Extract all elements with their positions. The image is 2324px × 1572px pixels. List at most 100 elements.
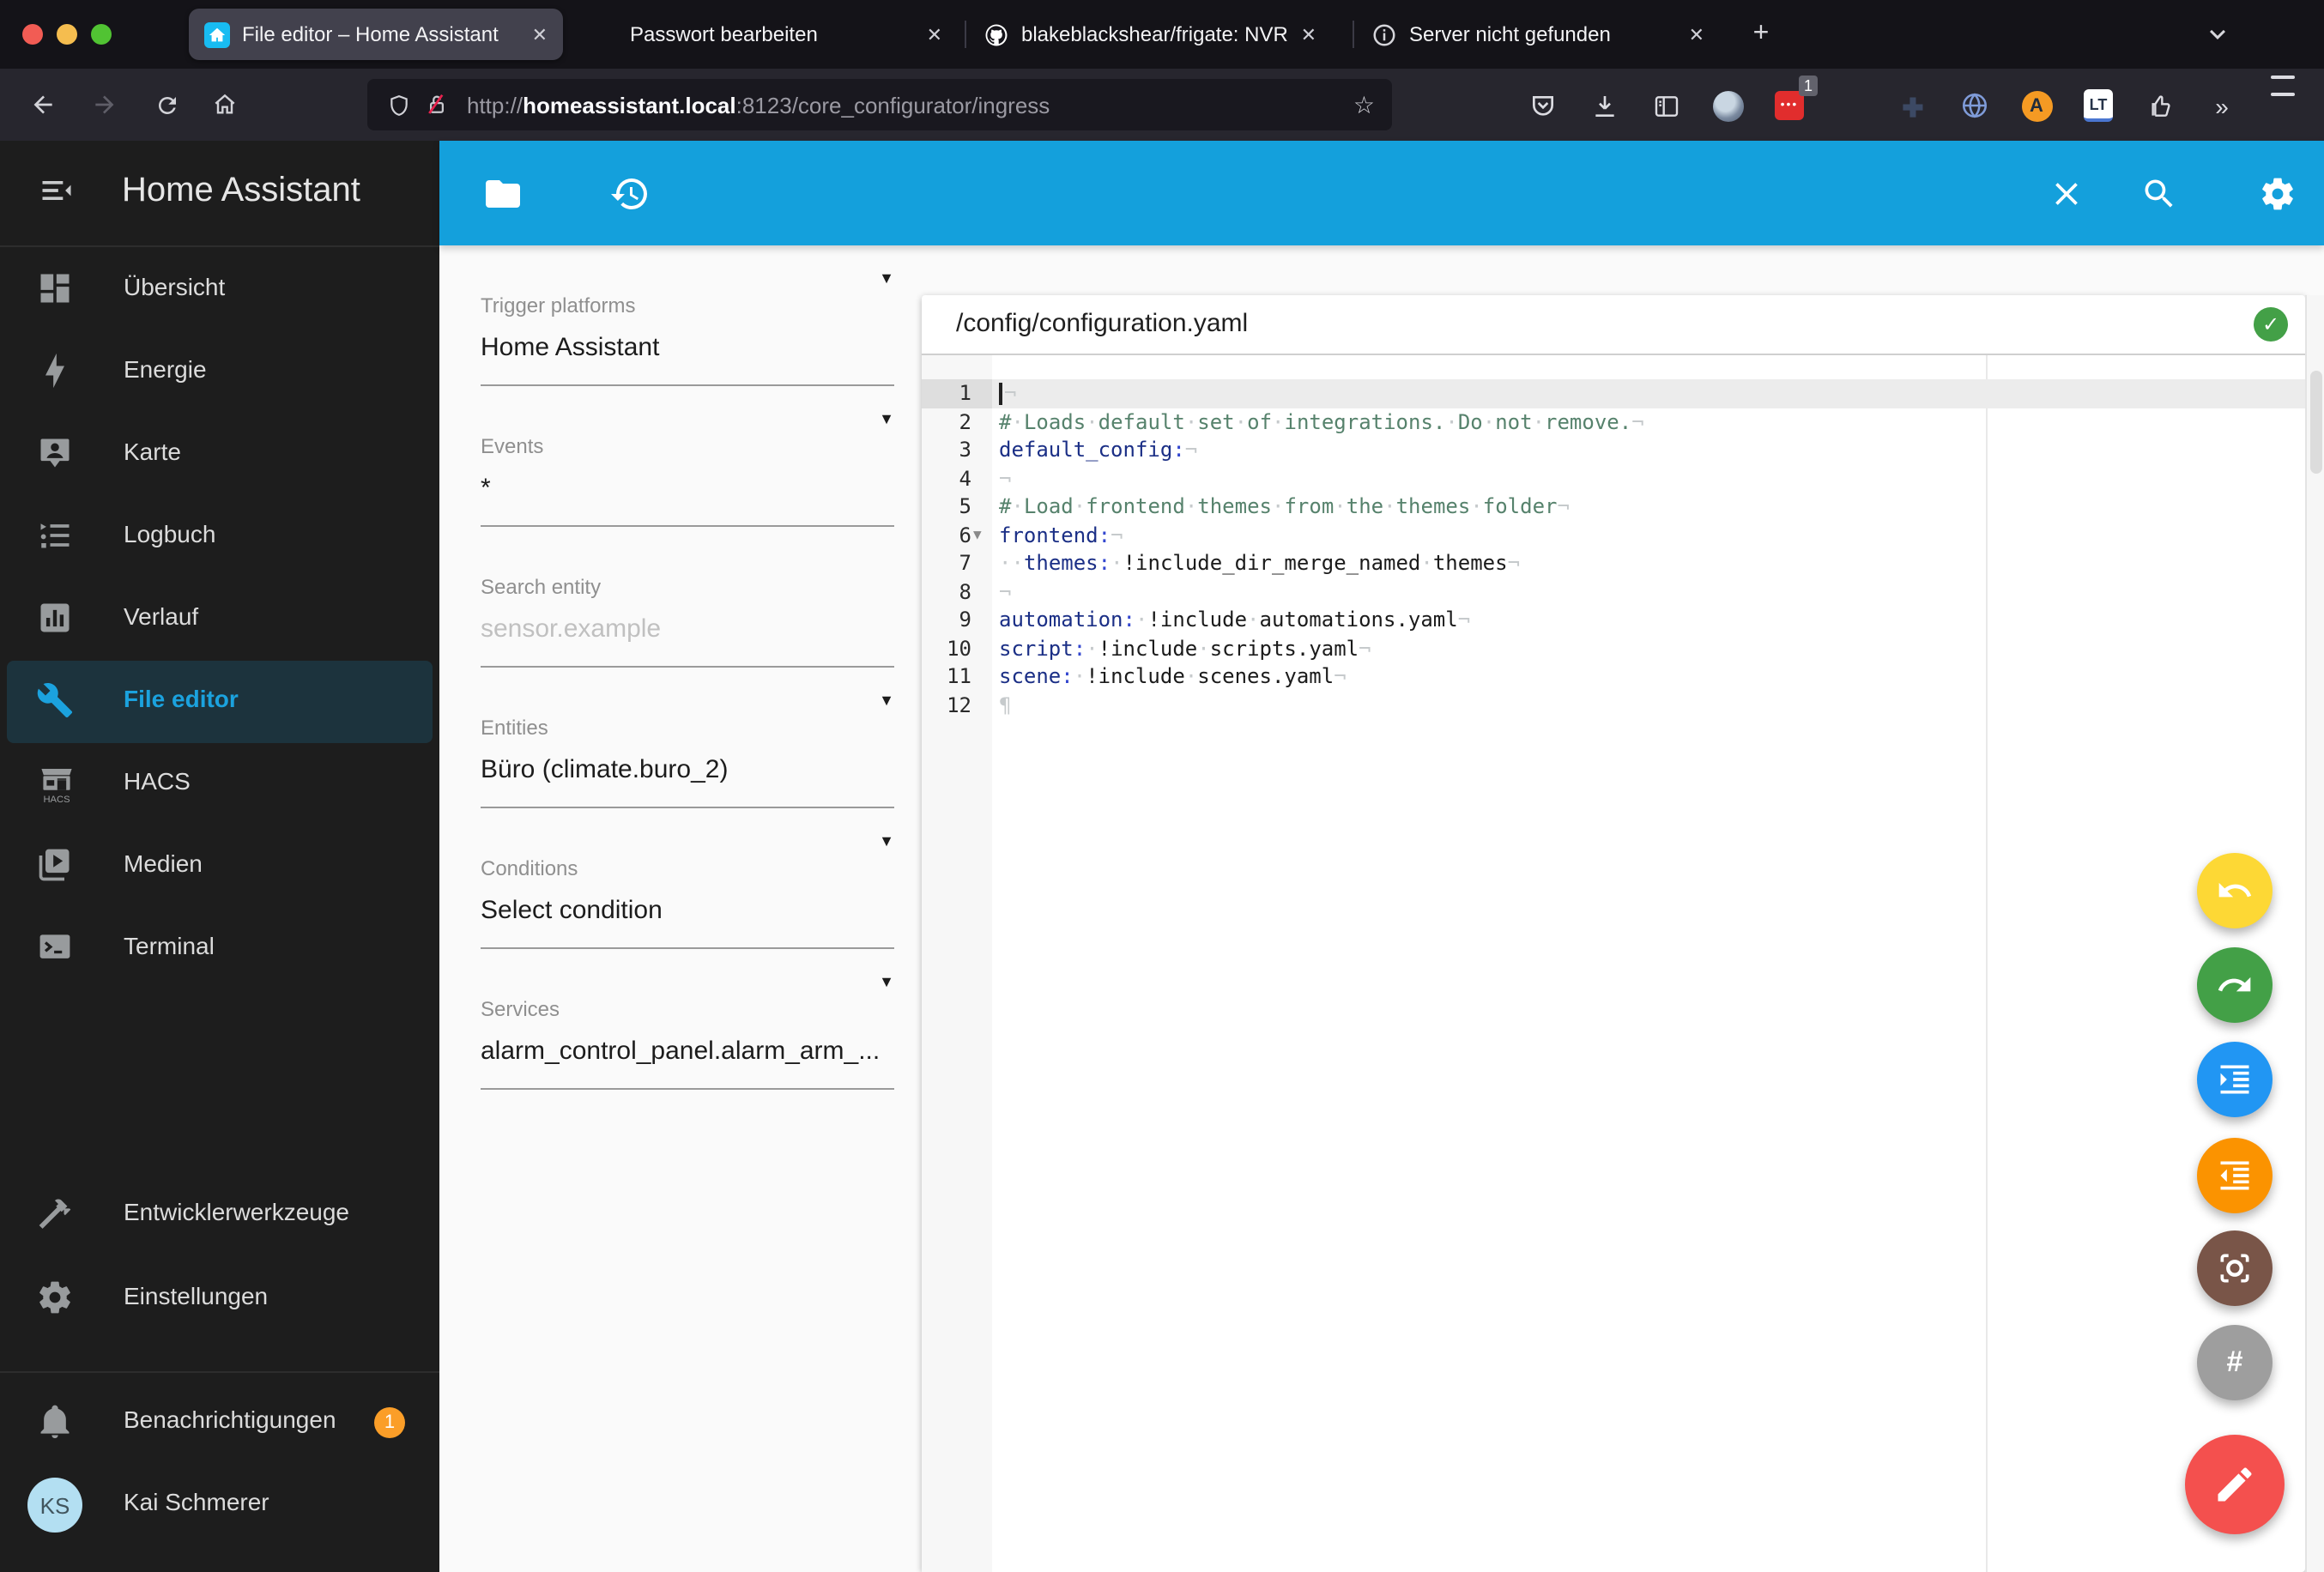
dropdown-caret-icon[interactable]: ▼ [879,832,894,849]
cog-icon [36,1279,74,1316]
code-editor[interactable]: 1 ¬ 2 #·Loads·default·set·of·integrations.·… [922,355,2305,1572]
sidebars-icon[interactable] [1644,84,1687,127]
password-manager-icon[interactable]: ••• 1 [1768,76,1818,127]
redo-button[interactable] [2197,947,2273,1023]
sidebar-item-energie[interactable]: Energie [0,331,439,414]
like-addon-icon[interactable] [2139,84,2182,127]
code-line-1[interactable]: 1 ¬ [922,379,2305,408]
line-number: 12 [947,692,971,716]
sidebar-item-logbuch[interactable]: Logbuch [0,496,439,578]
sidebar-item--bersicht[interactable]: Übersicht [0,249,439,331]
sidebar-item-user-profile[interactable]: KS Kai Schmerer [0,1464,439,1546]
code-line-6[interactable]: 6 ▼ frontend:¬ [922,521,2305,549]
field-trigger-platforms: Trigger platforms Home Assistant ▼ [481,245,894,386]
back-button[interactable] [21,82,65,127]
close-file-icon[interactable] [2044,172,2089,216]
tab-close-icon[interactable]: ✕ [927,23,942,45]
code-line-5[interactable]: 5 #·Load·frontend·themes·from·the·themes·… [922,493,2305,521]
navigation-toolbar: http://homeassistant.local:8123/core_con… [0,69,2324,141]
outdent-button[interactable] [2197,1138,2273,1213]
dropdown-caret-icon[interactable]: ▼ [879,692,894,709]
pocket-icon[interactable] [1521,84,1564,127]
field-input[interactable]: sensor.example [481,614,894,649]
sidebar-item-hacs[interactable]: HACS HACS [0,743,439,825]
reload-button[interactable] [144,82,189,127]
list-all-tabs-button[interactable] [2197,14,2238,55]
field-select[interactable]: Büro (climate.buro_2) [481,755,894,789]
goto-line-button[interactable]: # [2197,1325,2273,1400]
sidebar-item-terminal[interactable]: Terminal [0,908,439,990]
sidebar-item-label: Terminal [124,932,215,959]
line-number: 4 [959,466,971,490]
minimize-window-button[interactable] [57,24,77,45]
code-line-4[interactable]: 4 ¬ [922,464,2305,493]
overflow-menu-icon[interactable]: » [2200,84,2243,127]
tab-bar: File editor – Home Assistant ✕ Passwort be… [0,0,2324,69]
sidebar-item-karte[interactable]: Karte [0,414,439,496]
code-line-9[interactable]: 9 automation:·!include·automations.yaml¬ [922,606,2305,634]
search-icon[interactable] [2137,172,2182,216]
window-controls [22,24,112,45]
tab-close-icon[interactable]: ✕ [532,23,548,45]
field-select[interactable]: Home Assistant [481,333,894,367]
browser-tab[interactable]: Passwort bearbeiten ✕ [577,9,958,60]
download-icon[interactable] [1583,84,1625,127]
globe-sync-icon[interactable] [1953,84,1996,127]
code-line-8[interactable]: 8 ¬ [922,577,2305,606]
undo-button[interactable] [2197,853,2273,928]
ha-sidebar-header: Home Assistant [0,141,439,247]
sidebar-item-label: Verlauf [124,602,199,630]
indent-button[interactable] [2197,1042,2273,1117]
zoom-window-button[interactable] [91,24,112,45]
translate-icon[interactable]: A [2015,84,2058,127]
file-path-bar: /config/configuration.yaml ✓ [922,295,2305,355]
tab-close-icon[interactable]: ✕ [1689,23,1704,45]
sidebar-toggle-icon[interactable] [38,172,76,209]
bookmark-star-icon[interactable]: ☆ [1353,90,1375,119]
select-all-button[interactable] [2197,1230,2273,1306]
field-select[interactable]: * [481,474,894,508]
url-bar[interactable]: http://homeassistant.local:8123/core_con… [367,79,1392,130]
sidebar-item-verlauf[interactable]: Verlauf [0,578,439,661]
privacy-fence-icon[interactable] [1830,84,1873,127]
code-line-10[interactable]: 10 script:·!include·scripts.yaml¬ [922,634,2305,662]
code-line-7[interactable]: 7 ··themes:·!include_dir_merge_named·them… [922,549,2305,577]
home-button[interactable] [203,82,247,127]
sidebar-item-einstellungen[interactable]: Einstellungen [0,1258,439,1340]
field-select[interactable]: Select condition [481,896,894,930]
tab-close-icon[interactable]: ✕ [1301,23,1316,45]
forward-button[interactable] [82,82,127,127]
code-line-3[interactable]: 3 default_config:¬ [922,436,2305,464]
code-fold-icon[interactable]: ▼ [973,521,982,549]
profile-avatar[interactable] [1706,84,1749,127]
browse-files-icon[interactable] [481,172,525,216]
browser-tab[interactable]: Server nicht gefunden ✕ [1356,9,1720,60]
dropdown-caret-icon[interactable]: ▼ [879,973,894,990]
app-menu-icon[interactable] [2262,84,2305,127]
code-line-11[interactable]: 11 scene:·!include·scenes.yaml¬ [922,662,2305,691]
history-icon[interactable] [608,172,652,216]
code-line-12[interactable]: 12 ¶ [922,691,2305,719]
sidebar-item-entwicklerwerkzeuge[interactable]: Entwicklerwerkzeuge [0,1174,439,1256]
new-tab-button[interactable]: + [1740,14,1782,55]
settings-gear-icon[interactable] [2255,172,2300,216]
browser-tab[interactable]: File editor – Home Assistant ✕ [189,9,563,60]
languagetool-icon[interactable]: LT [2077,84,2120,127]
sidebar-item-file-editor[interactable]: File editor [7,661,433,743]
edit-button[interactable] [2185,1435,2285,1534]
tracking-protection-shield-icon[interactable] [388,92,410,118]
field-underline [481,1088,894,1090]
dropdown-caret-icon[interactable]: ▼ [879,410,894,427]
editor-vertical-scrollbar[interactable] [2305,295,2324,1572]
sidebar-item-notifications[interactable]: Benachrichtigungen 1 [0,1382,439,1464]
bell-icon [36,1402,74,1440]
close-window-button[interactable] [22,24,43,45]
browser-tab[interactable]: blakeblackshear/frigate: NVR wi ✕ [968,9,1332,60]
dropdown-caret-icon[interactable]: ▼ [879,269,894,287]
code-line-2[interactable]: 2 #·Loads·default·set·of·integrations.·Do… [922,408,2305,436]
helper-form-panel: Trigger platforms Home Assistant ▼ Events * ▼… [439,245,922,1572]
insecure-connection-lock-icon[interactable] [424,91,450,118]
sidebar-item-medien[interactable]: Medien [0,825,439,908]
disabled-addon-icon[interactable]: ✚ [1891,86,1934,129]
field-select[interactable]: alarm_control_panel.alarm_arm_... [481,1037,894,1071]
